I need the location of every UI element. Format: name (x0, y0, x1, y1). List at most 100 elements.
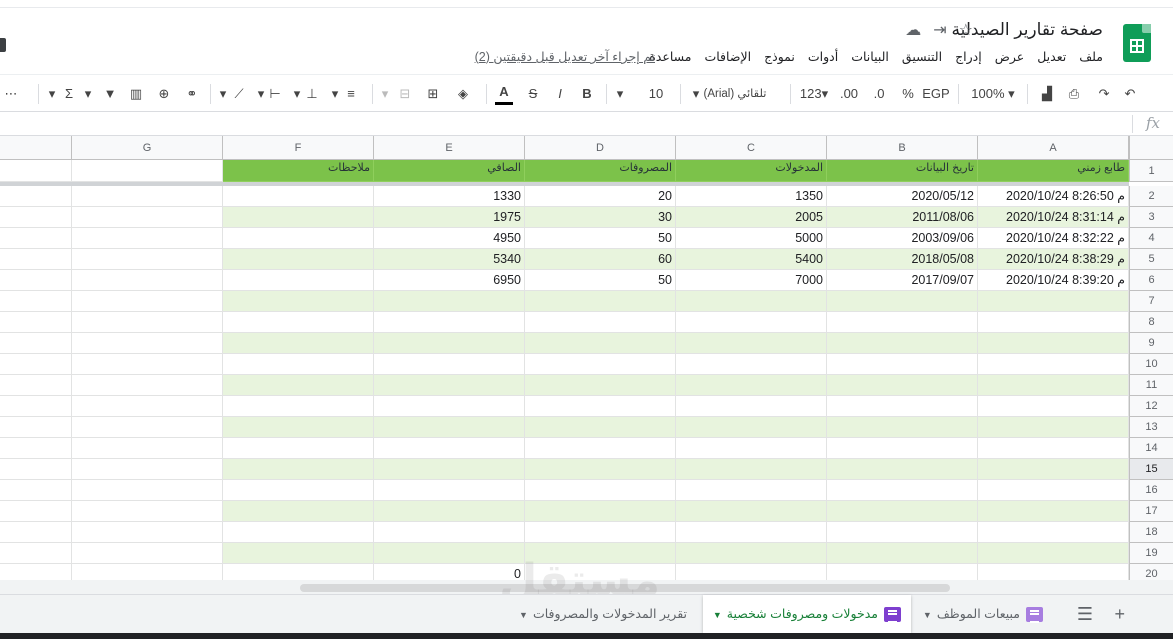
functions-button[interactable]: Σ (59, 83, 79, 105)
column-header-a[interactable]: A (978, 136, 1129, 160)
cell[interactable] (525, 438, 676, 459)
cell[interactable] (72, 396, 223, 417)
cell[interactable] (72, 543, 223, 564)
decrease-decimal-button[interactable]: .0 (869, 83, 889, 105)
cell[interactable] (676, 480, 827, 501)
text-color-button[interactable]: A (495, 83, 513, 105)
move-folder-icon[interactable]: ⇥ (933, 20, 946, 40)
cell[interactable]: 4950 (374, 228, 525, 249)
cell[interactable] (525, 501, 676, 522)
cell[interactable] (0, 417, 72, 438)
comment-icon[interactable] (0, 38, 6, 52)
cell[interactable]: 2017/09/07 (827, 270, 978, 291)
cell[interactable] (978, 459, 1129, 480)
cell[interactable] (0, 207, 72, 228)
cell[interactable] (72, 228, 223, 249)
cell[interactable] (374, 501, 525, 522)
cell[interactable] (676, 312, 827, 333)
chevron-down-icon[interactable]: ▾ (255, 83, 267, 105)
number-format-select[interactable]: 123▾ (798, 83, 830, 105)
row-header-15[interactable]: 15 (1129, 459, 1173, 480)
cell[interactable]: 1330 (374, 186, 525, 207)
cell[interactable] (676, 396, 827, 417)
align-vertical-icon[interactable]: ⊥ (303, 83, 321, 105)
column-header-d[interactable]: D (525, 136, 676, 160)
text-wrap-icon[interactable]: ⊢ (265, 83, 285, 105)
italic-button[interactable]: I (552, 83, 568, 105)
print-icon[interactable]: ⎙ (1063, 83, 1085, 105)
percent-button[interactable]: % (899, 83, 917, 105)
currency-button[interactable]: EGP (921, 83, 951, 105)
cell[interactable] (978, 438, 1129, 459)
row-header-6[interactable]: 6 (1129, 270, 1173, 291)
row-header-18[interactable]: 18 (1129, 522, 1173, 543)
insert-chart-icon[interactable]: ▥ (125, 83, 147, 105)
cell[interactable] (0, 228, 72, 249)
cell[interactable] (223, 186, 374, 207)
cell[interactable] (827, 375, 978, 396)
cell[interactable] (0, 375, 72, 396)
menu-item[interactable]: عرض (995, 49, 1024, 64)
cell[interactable] (525, 522, 676, 543)
cell[interactable]: 2020/10/24 8:26:50 م (978, 186, 1129, 207)
cell[interactable] (676, 459, 827, 480)
chevron-down-icon[interactable]: ▾ (217, 83, 229, 105)
cell[interactable]: 7000 (676, 270, 827, 291)
header-cell[interactable] (0, 160, 72, 182)
row-header-17[interactable]: 17 (1129, 501, 1173, 522)
add-sheet-icon[interactable]: + (1114, 604, 1125, 624)
cell[interactable]: 2018/05/08 (827, 249, 978, 270)
row-header-13[interactable]: 13 (1129, 417, 1173, 438)
cell[interactable] (676, 501, 827, 522)
filter-icon[interactable]: ▼ (99, 83, 121, 105)
cell[interactable] (72, 522, 223, 543)
row-header-9[interactable]: 9 (1129, 333, 1173, 354)
sheets-logo-icon[interactable] (1123, 24, 1151, 62)
header-cell[interactable]: تاريخ البيانات (827, 160, 978, 182)
cell[interactable] (525, 480, 676, 501)
font-size-input[interactable]: 10 (644, 83, 668, 105)
cell[interactable] (525, 333, 676, 354)
cell[interactable] (374, 354, 525, 375)
row-header-4[interactable]: 4 (1129, 228, 1173, 249)
header-cell[interactable]: ملاحظات (223, 160, 374, 182)
cell[interactable] (0, 333, 72, 354)
tab-personal-income-expenses[interactable]: مدخولات ومصروفات شخصية ▼ (702, 595, 911, 633)
cell[interactable] (676, 522, 827, 543)
cell[interactable] (525, 375, 676, 396)
cell[interactable] (223, 291, 374, 312)
column-header-h[interactable] (0, 136, 72, 160)
cell[interactable] (374, 333, 525, 354)
row-header-2[interactable]: 2 (1129, 186, 1173, 207)
cell[interactable] (978, 480, 1129, 501)
cell[interactable] (676, 354, 827, 375)
paint-format-icon[interactable]: ▟ (1036, 83, 1058, 105)
row-header-3[interactable]: 3 (1129, 207, 1173, 228)
header-cell[interactable]: طابع زمني (978, 160, 1129, 182)
cell[interactable]: 30 (525, 207, 676, 228)
cell[interactable]: 2020/10/24 8:32:22 م (978, 228, 1129, 249)
cell[interactable]: 1975 (374, 207, 525, 228)
cell[interactable] (223, 375, 374, 396)
cell[interactable] (72, 207, 223, 228)
cell[interactable] (0, 291, 72, 312)
cell[interactable] (525, 417, 676, 438)
cell[interactable] (223, 396, 374, 417)
cell[interactable] (72, 291, 223, 312)
cell[interactable] (374, 543, 525, 564)
cell[interactable] (827, 522, 978, 543)
column-header-f[interactable]: F (223, 136, 374, 160)
bold-button[interactable]: B (579, 83, 595, 105)
cell[interactable] (525, 543, 676, 564)
cell[interactable] (827, 312, 978, 333)
cell[interactable] (223, 543, 374, 564)
header-cell[interactable]: الصافي (374, 160, 525, 182)
cell[interactable] (374, 417, 525, 438)
borders-icon[interactable]: ⊞ (423, 83, 443, 105)
cloud-status-icon[interactable]: ☁ (905, 20, 921, 40)
cell[interactable] (978, 501, 1129, 522)
cell[interactable] (827, 291, 978, 312)
text-rotation-icon[interactable]: ⟋ (229, 83, 249, 105)
redo-icon[interactable]: ↶ (1093, 83, 1115, 105)
menu-item[interactable]: البيانات (851, 49, 889, 64)
